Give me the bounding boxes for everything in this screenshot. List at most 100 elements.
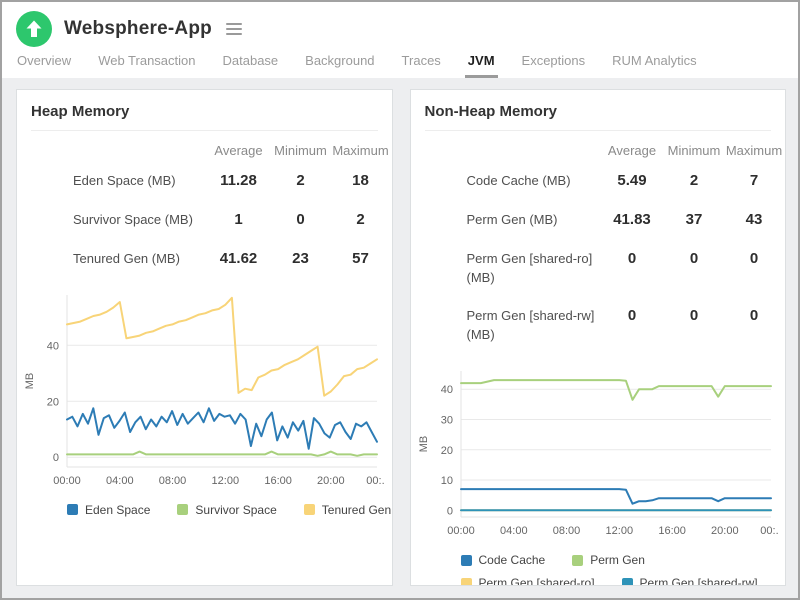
metric-value: 11.28 xyxy=(220,172,257,189)
app-status-icon xyxy=(16,11,52,47)
legend-label: Code Cache xyxy=(478,553,546,568)
metric-value: 0 xyxy=(627,307,637,325)
svg-text:00:00: 00:00 xyxy=(447,525,475,537)
legend-label: Tenured Gen xyxy=(321,502,392,517)
column-header-minimum: Minimum xyxy=(667,143,721,158)
tab-exceptions[interactable]: Exceptions xyxy=(519,49,589,78)
metric-label: Eden Space (MB) xyxy=(73,173,176,188)
table-header-row: Average Minimum Maximum xyxy=(425,135,784,162)
svg-text:20:00: 20:00 xyxy=(317,475,345,487)
app-header: Websphere-App xyxy=(2,2,798,48)
metric-value: 2 xyxy=(356,210,365,228)
legend-row: Code Cache Perm Gen xyxy=(460,553,786,568)
metric-value: 0 xyxy=(296,210,305,228)
svg-text:16:00: 16:00 xyxy=(264,475,292,487)
metric-label: Tenured Gen (MB) xyxy=(73,250,180,266)
column-header-minimum: Minimum xyxy=(274,143,327,158)
metric-value: 1 xyxy=(234,210,243,228)
svg-text:00:..: 00:.. xyxy=(760,525,779,537)
metric-value: 0 xyxy=(689,249,699,267)
legend-row: Perm Gen [shared-ro] Perm Gen [shared-rw] xyxy=(460,576,786,586)
svg-text:04:00: 04:00 xyxy=(106,475,134,487)
content-area: Heap Memory Average Minimum Maximum Eden Sp… xyxy=(2,78,798,598)
table-header-row: Average Minimum Maximum xyxy=(31,135,390,162)
legend-label: Eden Space xyxy=(85,502,151,517)
metric-value: 0 xyxy=(749,307,759,325)
table-row: Eden Space (MB) 11.28 2 18 xyxy=(31,162,390,201)
non-heap-memory-panel: Non-Heap Memory Average Minimum Maximum Cod… xyxy=(409,89,786,586)
panel-title: Heap Memory xyxy=(31,103,130,120)
legend-item-perm-gen[interactable]: Perm Gen xyxy=(572,553,645,567)
metric-value: 2 xyxy=(296,172,305,189)
svg-text:00:00: 00:00 xyxy=(53,475,81,487)
legend-item-eden-space[interactable]: Eden Space xyxy=(67,503,150,517)
legend-row: Eden Space Survivor Space Tenured Gen xyxy=(67,503,392,517)
legend-label: Perm Gen [shared-rw] xyxy=(639,576,758,586)
metric-value: 41.83 xyxy=(613,210,651,228)
legend-item-tenured-gen[interactable]: Tenured Gen xyxy=(303,502,392,517)
svg-text:40: 40 xyxy=(47,340,59,352)
tab-background[interactable]: Background xyxy=(302,49,377,78)
svg-text:00:..: 00:.. xyxy=(366,475,385,487)
svg-text:10: 10 xyxy=(440,475,452,487)
svg-text:0: 0 xyxy=(53,452,59,464)
tab-bar: Overview Web Transaction Database Backgroun… xyxy=(2,48,798,78)
column-header-maximum: Maximum xyxy=(725,143,783,158)
svg-text:0: 0 xyxy=(446,505,452,517)
legend-label: Perm Gen [shared-ro] xyxy=(478,576,595,586)
metric-label: Perm Gen (MB) xyxy=(466,211,558,227)
hamburger-menu-icon[interactable] xyxy=(223,20,245,38)
svg-text:20:00: 20:00 xyxy=(711,525,739,537)
table-row: Survivor Space (MB) 1 0 2 xyxy=(31,201,390,240)
svg-text:20: 20 xyxy=(440,445,452,457)
heap-memory-panel: Heap Memory Average Minimum Maximum Eden Sp… xyxy=(16,89,393,586)
svg-text:04:00: 04:00 xyxy=(500,525,528,537)
metric-value: 0 xyxy=(627,249,637,267)
metric-value: 37 xyxy=(685,210,703,228)
metric-label: Code Cache (MB) xyxy=(466,173,571,188)
svg-text:12:00: 12:00 xyxy=(605,525,633,537)
table-row: Perm Gen [shared-rw] (MB) 0 0 0 xyxy=(425,297,784,355)
legend-swatch-icon xyxy=(460,554,472,566)
svg-text:20: 20 xyxy=(47,396,59,408)
heap-memory-chart[interactable]: 0 20 40 00:00 04:00 08:00 12:00 16:00 20:00 00:..… xyxy=(17,279,392,493)
tab-rum-analytics[interactable]: RUM Analytics xyxy=(609,49,700,78)
legend-item-perm-gen-shared-ro[interactable]: Perm Gen [shared-ro] xyxy=(460,576,595,586)
metric-value: 2 xyxy=(689,172,699,189)
tab-jvm[interactable]: JVM xyxy=(464,49,498,78)
svg-text:16:00: 16:00 xyxy=(658,525,686,537)
metric-value: 43 xyxy=(745,210,763,228)
tab-web-transaction[interactable]: Web Transaction xyxy=(95,49,198,78)
metric-label: Survivor Space (MB) xyxy=(73,211,193,227)
legend-label: Survivor Space xyxy=(195,502,277,517)
tab-database[interactable]: Database xyxy=(220,49,282,78)
legend-item-code-cache[interactable]: Code Cache xyxy=(460,553,546,568)
non-heap-memory-table: Average Minimum Maximum Code Cache (MB) 5.49… xyxy=(411,131,786,355)
non-heap-memory-legend: Code Cache Perm Gen Perm Gen [shared-ro] Pe… xyxy=(411,543,786,586)
heap-memory-legend: Eden Space Survivor Space Tenured Gen xyxy=(17,493,392,517)
svg-text:40: 40 xyxy=(440,384,452,396)
non-heap-memory-chart[interactable]: 0 10 20 30 40 00:00 04:00 08:00 12:00 16:00 20:00 0… xyxy=(411,355,786,543)
tab-traces[interactable]: Traces xyxy=(399,49,444,78)
metric-value: 5.49 xyxy=(617,172,647,189)
legend-swatch-icon xyxy=(303,504,315,516)
tab-overview[interactable]: Overview xyxy=(14,49,74,78)
table-row: Perm Gen [shared-ro] (MB) 0 0 0 xyxy=(425,240,784,298)
table-row: Code Cache (MB) 5.49 2 7 xyxy=(425,162,784,201)
legend-item-survivor-space[interactable]: Survivor Space xyxy=(177,502,277,517)
metric-label: Perm Gen [shared-rw] (MB) xyxy=(466,308,595,343)
metric-value: 0 xyxy=(689,307,699,325)
legend-swatch-icon xyxy=(460,577,472,585)
svg-text:12:00: 12:00 xyxy=(212,475,240,487)
arrow-up-icon xyxy=(16,11,52,47)
column-header-average: Average xyxy=(607,143,657,158)
legend-item-perm-gen-shared-rw[interactable]: Perm Gen [shared-rw] xyxy=(621,576,758,586)
metric-value: 41.62 xyxy=(219,249,258,267)
svg-text:08:00: 08:00 xyxy=(159,475,187,487)
metric-value: 18 xyxy=(352,172,369,189)
heap-memory-table: Average Minimum Maximum Eden Space (MB) 11.2… xyxy=(17,131,392,279)
column-header-maximum: Maximum xyxy=(332,143,389,158)
table-row: Perm Gen (MB) 41.83 37 43 xyxy=(425,201,784,240)
legend-swatch-icon xyxy=(572,554,584,566)
legend-swatch-icon xyxy=(621,577,633,585)
